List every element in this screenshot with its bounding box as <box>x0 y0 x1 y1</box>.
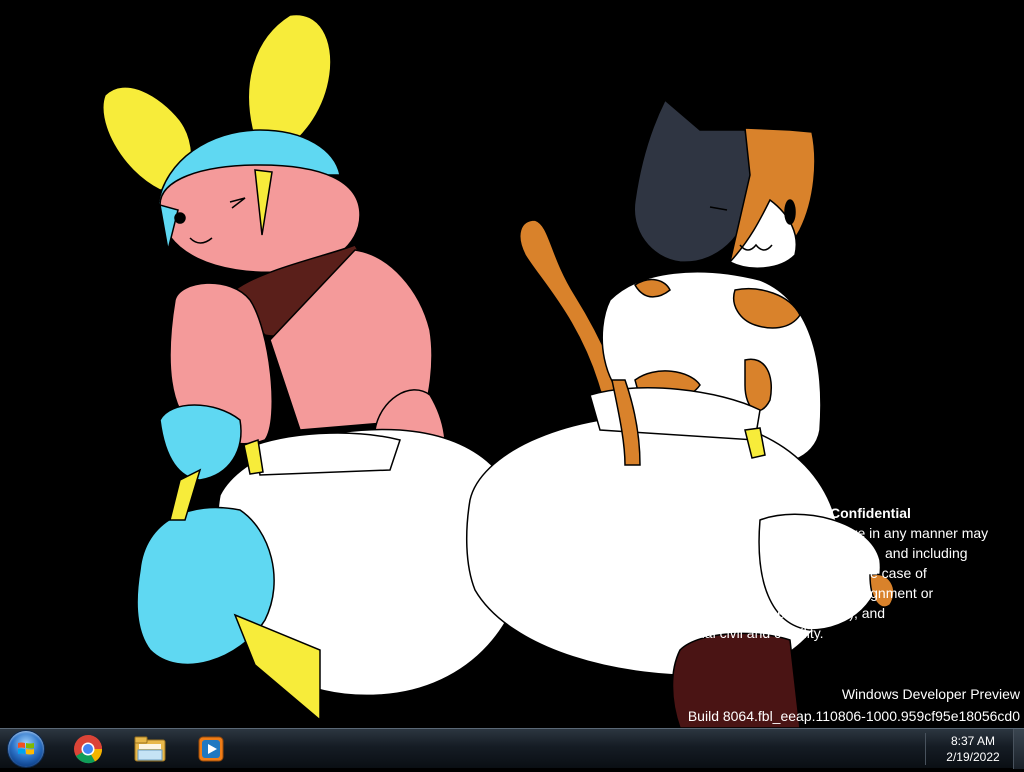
media-player-icon <box>198 736 224 762</box>
build-number: Build 8064.fbl_eeap.110806-1000.959cf95e… <box>687 708 1020 724</box>
taskbar-media-player-button[interactable] <box>186 731 236 767</box>
taskbar-chrome-button[interactable] <box>63 731 113 767</box>
desktop[interactable]: Confidential ure in any manner may and i… <box>0 0 1024 728</box>
clock-time: 8:37 AM <box>950 734 996 748</box>
confidential-line: e case of <box>870 565 927 581</box>
show-desktop-button[interactable] <box>1013 729 1024 769</box>
build-watermark: Windows Developer Preview Build 8064.fbl… <box>688 683 1020 727</box>
folder-icon <box>134 736 166 762</box>
os-name: Windows Developer Preview <box>841 686 1020 702</box>
confidential-line: ure in any manner may <box>845 525 989 541</box>
clock-date: 2/19/2022 <box>946 750 1000 764</box>
taskbar-explorer-button[interactable] <box>125 731 175 767</box>
confidential-title: Confidential <box>830 505 911 521</box>
tray-divider <box>925 733 926 765</box>
confidential-watermark: Confidential ure in any manner may and i… <box>690 503 1020 643</box>
confidential-line: act (in the case igent staff), and <box>690 605 886 621</box>
windows-logo-icon <box>8 731 44 767</box>
start-button[interactable] <box>2 731 50 767</box>
taskbar: 8:37 AM 2/19/2022 <box>0 728 1024 769</box>
confidential-line: e), termin ssignment or <box>790 585 934 601</box>
confidential-line: and including <box>885 545 968 561</box>
clock[interactable]: 8:37 AM 2/19/2022 <box>930 733 1016 765</box>
chrome-icon <box>74 735 103 764</box>
confidential-line: ntial civil and c ability. <box>690 625 824 641</box>
